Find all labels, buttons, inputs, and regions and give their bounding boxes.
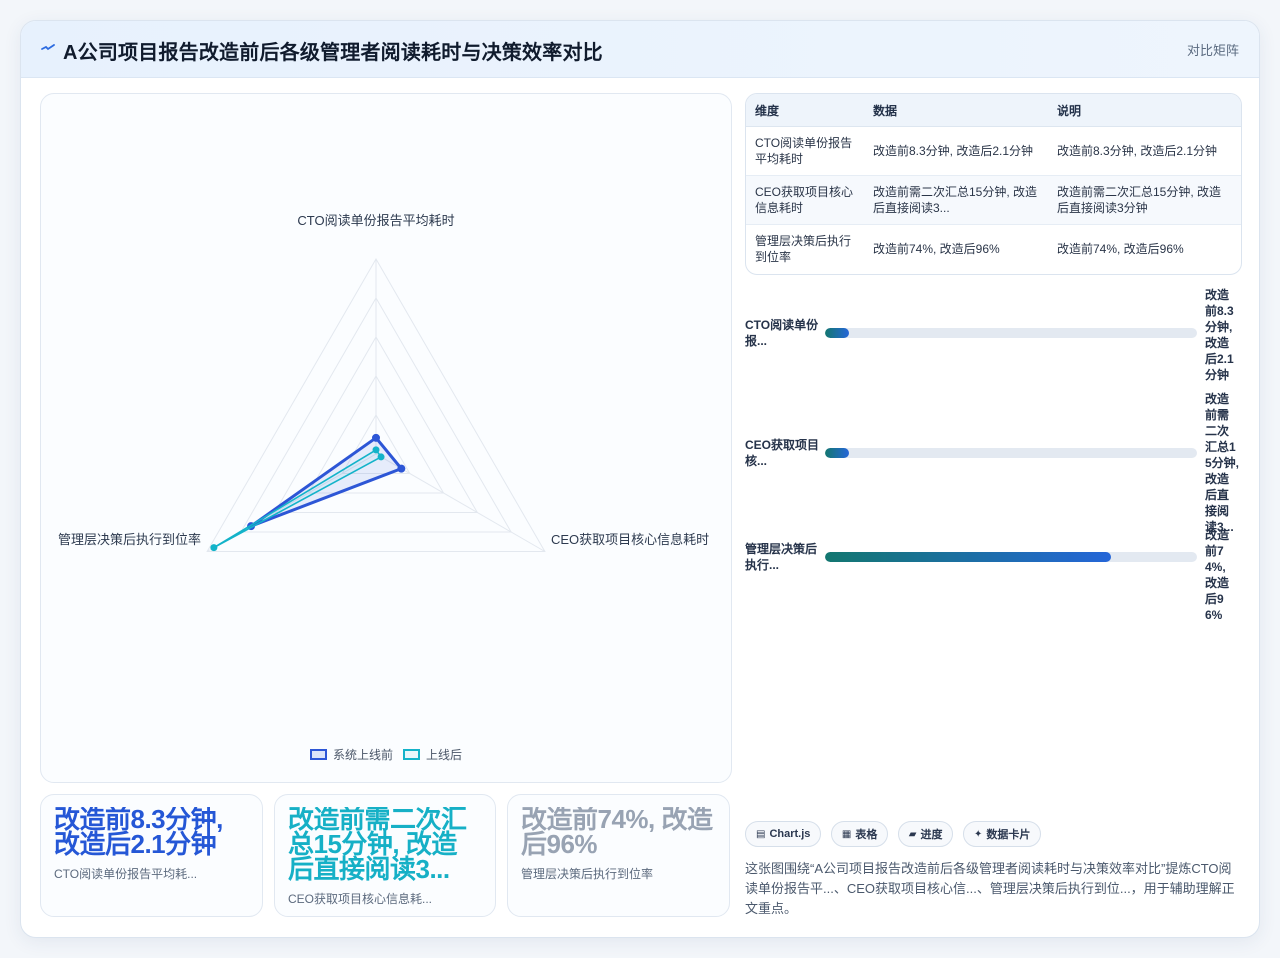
progress-fill xyxy=(825,328,850,338)
kpi-label: 管理层决策后执行到位率 xyxy=(521,867,654,881)
table-icon: ▦ xyxy=(841,828,852,840)
progress-label: 管理层决策后执行... xyxy=(745,542,818,572)
radar-point xyxy=(377,453,385,461)
legend-item[interactable]: 上线后 xyxy=(403,746,462,763)
progress-track xyxy=(825,552,1197,562)
kpi-value: 改造前74%, 改造后96% xyxy=(521,807,713,857)
kpi-card: 改造前8.3分钟, 改造后2.1分钟 CTO阅读单份报告平均耗... xyxy=(40,794,263,917)
table-cell: CEO获取项目核心信息耗时 xyxy=(746,175,864,225)
table-row: CTO阅读单份报告平均耗时 改造前8.3分钟, 改造后2.1分钟 改造前8.3分… xyxy=(746,126,1241,176)
kpi-label: CEO获取项目核心信息耗... xyxy=(288,892,433,906)
radar-series xyxy=(210,433,406,552)
table-cell: 改造前74%, 改造后96% xyxy=(1057,242,1184,256)
progress-label: CTO阅读单份报... xyxy=(745,318,819,348)
table-header-row: 维度 数据 说明 xyxy=(746,94,1241,127)
kpi-card: 改造前需二次汇总15分钟, 改造后直接阅读3... CEO获取项目核心信息耗..… xyxy=(274,794,496,917)
kpi-value: 改造前需二次汇总15分钟, 改造后直接阅读3... xyxy=(288,807,467,882)
table-row: CEO获取项目核心信息耗时 改造前需二次汇总15分钟, 改造后直接阅读3... … xyxy=(746,175,1241,225)
progress-value: 改造前需二次汇总15分钟, 改造后直接阅读3... xyxy=(1205,392,1240,534)
table-header-data: 数据 xyxy=(864,94,1048,127)
chip-label: 数据卡片 xyxy=(986,829,1031,841)
kpi-value: 改造前8.3分钟, 改造后2.1分钟 xyxy=(54,807,223,857)
data-table: 维度 数据 说明 CTO阅读单份报告平均耗时 改造前8.3分钟, 改造后2.1分… xyxy=(745,93,1242,275)
table-cell: 改造前74%, 改造后96% xyxy=(873,242,1000,256)
radar-axis-label: CTO阅读单份报告平均耗时 xyxy=(297,213,454,228)
spark-icon xyxy=(41,44,55,51)
radar-axis-label: 管理层决策后执行到位率 xyxy=(58,532,201,547)
radar-grid xyxy=(206,257,546,552)
chip-chartjs[interactable]: ▤ Chart.js xyxy=(745,821,822,847)
radar-chart-card: CTO阅读单份报告平均耗时 CEO获取项目核心信息耗时 管理层决策后执行到位率 系统… xyxy=(40,93,732,783)
table-header-note: 说明 xyxy=(1048,94,1241,127)
table-cell: 改造前需二次汇总15分钟, 改造后直接阅读3分钟 xyxy=(1048,175,1241,225)
radar-axis-labels: CTO阅读单份报告平均耗时 CEO获取项目核心信息耗时 管理层决策后执行到位率 xyxy=(58,213,709,547)
chip-label: Chart.js xyxy=(769,828,811,840)
chip-label: 进度 xyxy=(920,829,943,841)
sparkle-icon: ✦ xyxy=(973,828,983,840)
table-row: 管理层决策后执行到位率 改造前74%, 改造后96% 改造前74%, 改造后96… xyxy=(746,225,1241,274)
header-bar: A公司项目报告改造前后各级管理者阅读耗时与决策效率对比 对比矩阵 xyxy=(21,21,1259,78)
progress-fill xyxy=(825,552,1112,562)
progress-track xyxy=(825,328,1197,338)
radar-point xyxy=(397,464,406,473)
chart-legend: 系统上线前 上线后 xyxy=(41,746,731,763)
legend-swatch xyxy=(403,749,420,760)
radar-point xyxy=(210,544,218,552)
kpi-card: 改造前74%, 改造后96% 管理层决策后执行到位率 xyxy=(507,794,730,917)
report-window: A公司项目报告改造前后各级管理者阅读耗时与决策效率对比 对比矩阵 CTO阅读单份… xyxy=(20,20,1260,938)
progress-label: CEO获取项目核... xyxy=(745,438,820,468)
legend-swatch xyxy=(309,749,327,760)
legend-item[interactable]: 系统上线前 xyxy=(309,746,393,763)
radar-series-area xyxy=(213,449,382,549)
summary-text: 这张图围绕“A公司项目报告改造前后各级管理者阅读耗时与决策效率对比”提炼CTO阅… xyxy=(745,861,1235,916)
table-cell: 改造前8.3分钟, 改造后2.1分钟 xyxy=(864,126,1048,176)
radar-axis-label: CEO获取项目核心信息耗时 xyxy=(551,532,709,547)
view-tag[interactable]: 对比矩阵 xyxy=(1187,40,1239,59)
table-cell: 改造前8.3分钟, 改造后2.1分钟 xyxy=(1048,126,1241,176)
progress-icon: ▰ xyxy=(908,828,917,840)
legend-label: 系统上线前 xyxy=(332,748,393,762)
radar-point xyxy=(372,446,380,454)
chip-data-card[interactable]: ✦ 数据卡片 xyxy=(962,821,1042,847)
progress-track xyxy=(825,448,1197,458)
progress-value: 改造前8.3分钟, 改造后2.1分钟 xyxy=(1205,288,1234,382)
chip-row: ▤ Chart.js ▦ 表格 ▰ 进度 ✦ 数据卡片 xyxy=(745,821,1046,847)
radar-chart: CTO阅读单份报告平均耗时 CEO获取项目核心信息耗时 管理层决策后执行到位率 xyxy=(58,213,709,552)
legend-label: 上线后 xyxy=(426,748,463,762)
chip-label: 表格 xyxy=(855,829,878,841)
table-cell: CTO阅读单份报告平均耗时 xyxy=(746,126,864,176)
progress-value: 改造前74%, 改造后96% xyxy=(1205,528,1230,622)
radar-point xyxy=(372,433,380,442)
chip-table[interactable]: ▦ 表格 xyxy=(830,821,889,847)
kpi-label: CTO阅读单份报告平均耗... xyxy=(54,867,198,881)
page-title: A公司项目报告改造前后各级管理者阅读耗时与决策效率对比 xyxy=(63,42,603,64)
table-cell: 管理层决策后执行到位率 xyxy=(755,234,852,264)
chip-progress[interactable]: ▰ 进度 xyxy=(897,821,954,847)
table-header-dimension: 维度 xyxy=(746,94,864,127)
chart-icon: ▤ xyxy=(756,828,766,840)
table-cell: 改造前需二次汇总15分钟, 改造后直接阅读3... xyxy=(864,175,1048,225)
progress-fill xyxy=(825,448,850,458)
